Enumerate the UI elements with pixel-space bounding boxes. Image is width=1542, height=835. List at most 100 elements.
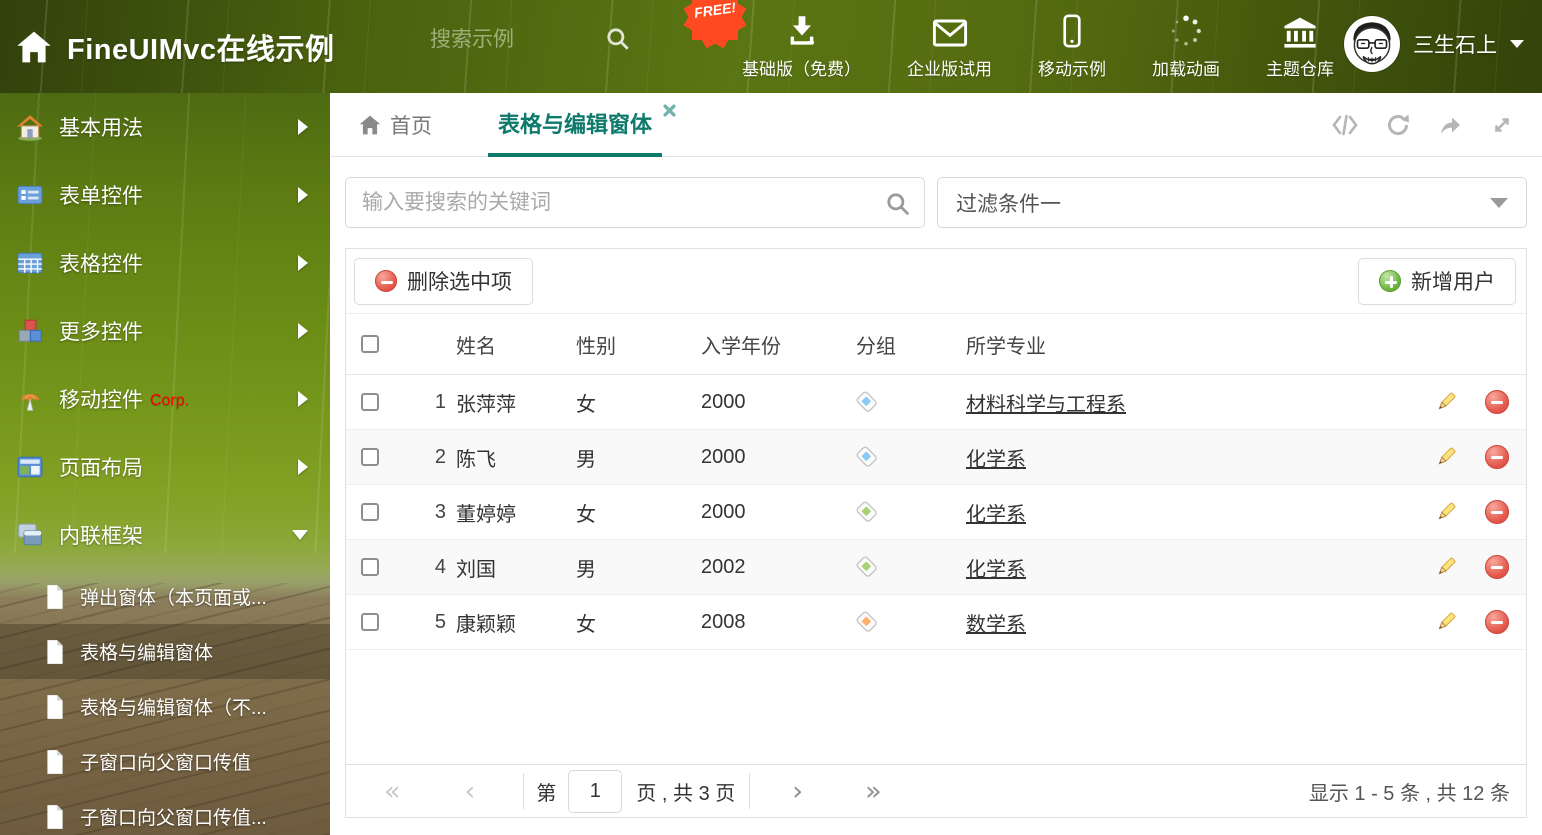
- tag-icon: [856, 446, 877, 467]
- sidebar-item-mobile-controls[interactable]: 移动控件 Corp.: [0, 365, 330, 433]
- sidebar-subitem-popup-window[interactable]: 弹出窗体（本页面或...: [0, 569, 330, 624]
- row-checkbox[interactable]: [361, 503, 379, 521]
- page-number-input[interactable]: [568, 769, 623, 813]
- col-group[interactable]: 分组: [856, 330, 966, 359]
- col-gender[interactable]: 性别: [576, 330, 701, 359]
- sidebar-item-grid-controls[interactable]: 表格控件: [0, 229, 330, 297]
- header-search-icon[interactable]: [605, 26, 631, 52]
- add-user-button[interactable]: 新增用户: [1358, 257, 1516, 305]
- edit-icon[interactable]: [1423, 446, 1468, 468]
- sidebar-item-page-layout[interactable]: 页面布局: [0, 433, 330, 501]
- app-header: FineUIMvc在线示例 FREE! 基础版（免费） 企业版试用 移动示: [0, 0, 1542, 93]
- delete-row-icon[interactable]: [1485, 555, 1509, 579]
- page-icon: [44, 694, 66, 720]
- page-suffix: 页 , 共 3 页: [636, 782, 736, 805]
- row-checkbox[interactable]: [361, 558, 379, 576]
- row-checkbox[interactable]: [361, 613, 379, 631]
- edit-icon[interactable]: [1423, 501, 1468, 523]
- edit-icon[interactable]: [1423, 391, 1468, 413]
- expand-icon[interactable]: [1490, 113, 1514, 137]
- delete-row-icon[interactable]: [1485, 390, 1509, 414]
- minus-circle-icon: [375, 270, 397, 292]
- major-link[interactable]: 化学系: [966, 504, 1026, 526]
- filter-dropdown[interactable]: 过滤条件一: [937, 177, 1527, 228]
- col-year[interactable]: 入学年份: [701, 330, 856, 359]
- nav-label: 移动示例: [1038, 60, 1106, 79]
- row-number: 4: [434, 555, 446, 578]
- header-nav: 基础版（免费） 企业版试用 移动示例 加载动画 主题仓库: [742, 12, 1334, 80]
- major-link[interactable]: 数学系: [966, 614, 1026, 636]
- delete-row-icon[interactable]: [1485, 445, 1509, 469]
- user-menu[interactable]: 三生石上: [1344, 16, 1524, 72]
- select-all-checkbox[interactable]: [361, 335, 379, 353]
- page-icon: [44, 584, 66, 610]
- col-major[interactable]: 所学专业: [966, 330, 1423, 359]
- enrollment-year: 2000: [701, 445, 746, 468]
- tab-home[interactable]: 首页: [359, 110, 432, 140]
- layout-icon: [14, 453, 46, 481]
- nav-mobile-demos[interactable]: 移动示例: [1038, 12, 1106, 80]
- bank-icon: [1282, 12, 1318, 48]
- nav-loading-animations[interactable]: 加载动画: [1152, 12, 1220, 80]
- sidebar-item-more-controls[interactable]: 更多控件: [0, 297, 330, 365]
- nav-enterprise-trial[interactable]: 企业版试用: [907, 12, 992, 80]
- sidebar-subitem-label: 表格与编辑窗体: [80, 643, 214, 664]
- plus-circle-icon: [1379, 270, 1401, 292]
- prev-page-icon[interactable]: ‹: [465, 778, 476, 805]
- sidebar-item-basic-usage[interactable]: 基本用法: [0, 93, 330, 161]
- sidebar-subitem-grid-edit-window[interactable]: 表格与编辑窗体: [0, 624, 330, 679]
- tab-close-icon[interactable]: [663, 103, 676, 122]
- table-row: 4 刘国 男 2002 化学系: [346, 540, 1526, 595]
- row-checkbox[interactable]: [361, 393, 379, 411]
- grid-panel: 删除选中项 新增用户 姓名 性别 入学年份 分组 所学专业 1 张萍萍 女 20…: [345, 248, 1527, 818]
- username: 三生石上: [1413, 34, 1497, 57]
- share-icon[interactable]: [1438, 114, 1462, 136]
- delete-row-icon[interactable]: [1485, 500, 1509, 524]
- tab-grid-edit-window[interactable]: 表格与编辑窗体: [488, 93, 676, 157]
- edit-icon[interactable]: [1423, 556, 1468, 578]
- code-icon[interactable]: [1332, 114, 1358, 136]
- sidebar-item-label: 内联框架: [59, 525, 143, 548]
- chevron-right-icon: [298, 187, 308, 203]
- header-search-input[interactable]: [430, 28, 590, 52]
- row-number: 2: [434, 445, 446, 468]
- next-page-icon[interactable]: ›: [792, 778, 803, 805]
- edit-icon[interactable]: [1423, 611, 1468, 633]
- sidebar-subitem-child-to-parent[interactable]: 子窗口向父窗口传值: [0, 734, 330, 789]
- home-icon: [14, 113, 46, 141]
- nav-theme-store[interactable]: 主题仓库: [1266, 12, 1334, 80]
- row-checkbox[interactable]: [361, 448, 379, 466]
- keyword-search-input[interactable]: [346, 178, 924, 227]
- first-page-icon[interactable]: «: [384, 778, 401, 805]
- table-header: 姓名 性别 入学年份 分组 所学专业: [346, 314, 1526, 375]
- delete-row-icon[interactable]: [1485, 610, 1509, 634]
- search-icon[interactable]: [885, 191, 911, 222]
- page-icon: [44, 749, 66, 775]
- sidebar-item-form-controls[interactable]: 表单控件: [0, 161, 330, 229]
- frames-icon: [14, 521, 46, 549]
- sidebar-item-label: 页面布局: [59, 457, 143, 480]
- nav-basic-edition[interactable]: 基础版（免费）: [742, 12, 861, 80]
- sidebar-subitem-child-to-parent-2[interactable]: 子窗口向父窗口传值...: [0, 789, 330, 835]
- grid-toolbar: 删除选中项 新增用户: [346, 249, 1526, 314]
- nav-label: 主题仓库: [1266, 60, 1334, 79]
- chevron-right-icon: [298, 459, 308, 475]
- major-link[interactable]: 化学系: [966, 559, 1026, 581]
- keyword-search: [345, 177, 925, 228]
- student-gender: 女: [576, 503, 596, 526]
- sidebar-item-iframe[interactable]: 内联框架: [0, 501, 330, 569]
- enrollment-year: 2000: [701, 390, 746, 413]
- col-name[interactable]: 姓名: [446, 330, 576, 359]
- row-number: 5: [434, 610, 446, 633]
- major-link[interactable]: 化学系: [966, 449, 1026, 471]
- sidebar-subitem-grid-edit-window-2[interactable]: 表格与编辑窗体（不...: [0, 679, 330, 734]
- page-icon: [44, 804, 66, 830]
- major-link[interactable]: 材料科学与工程系: [966, 394, 1126, 416]
- table-row: 5 康颖颖 女 2008 数学系: [346, 595, 1526, 650]
- student-gender: 女: [576, 613, 596, 636]
- last-page-icon[interactable]: »: [865, 778, 882, 805]
- delete-selected-button[interactable]: 删除选中项: [354, 257, 533, 305]
- refresh-icon[interactable]: [1386, 113, 1410, 137]
- corp-badge: Corp.: [150, 392, 190, 409]
- home-logo-icon[interactable]: [16, 29, 52, 65]
